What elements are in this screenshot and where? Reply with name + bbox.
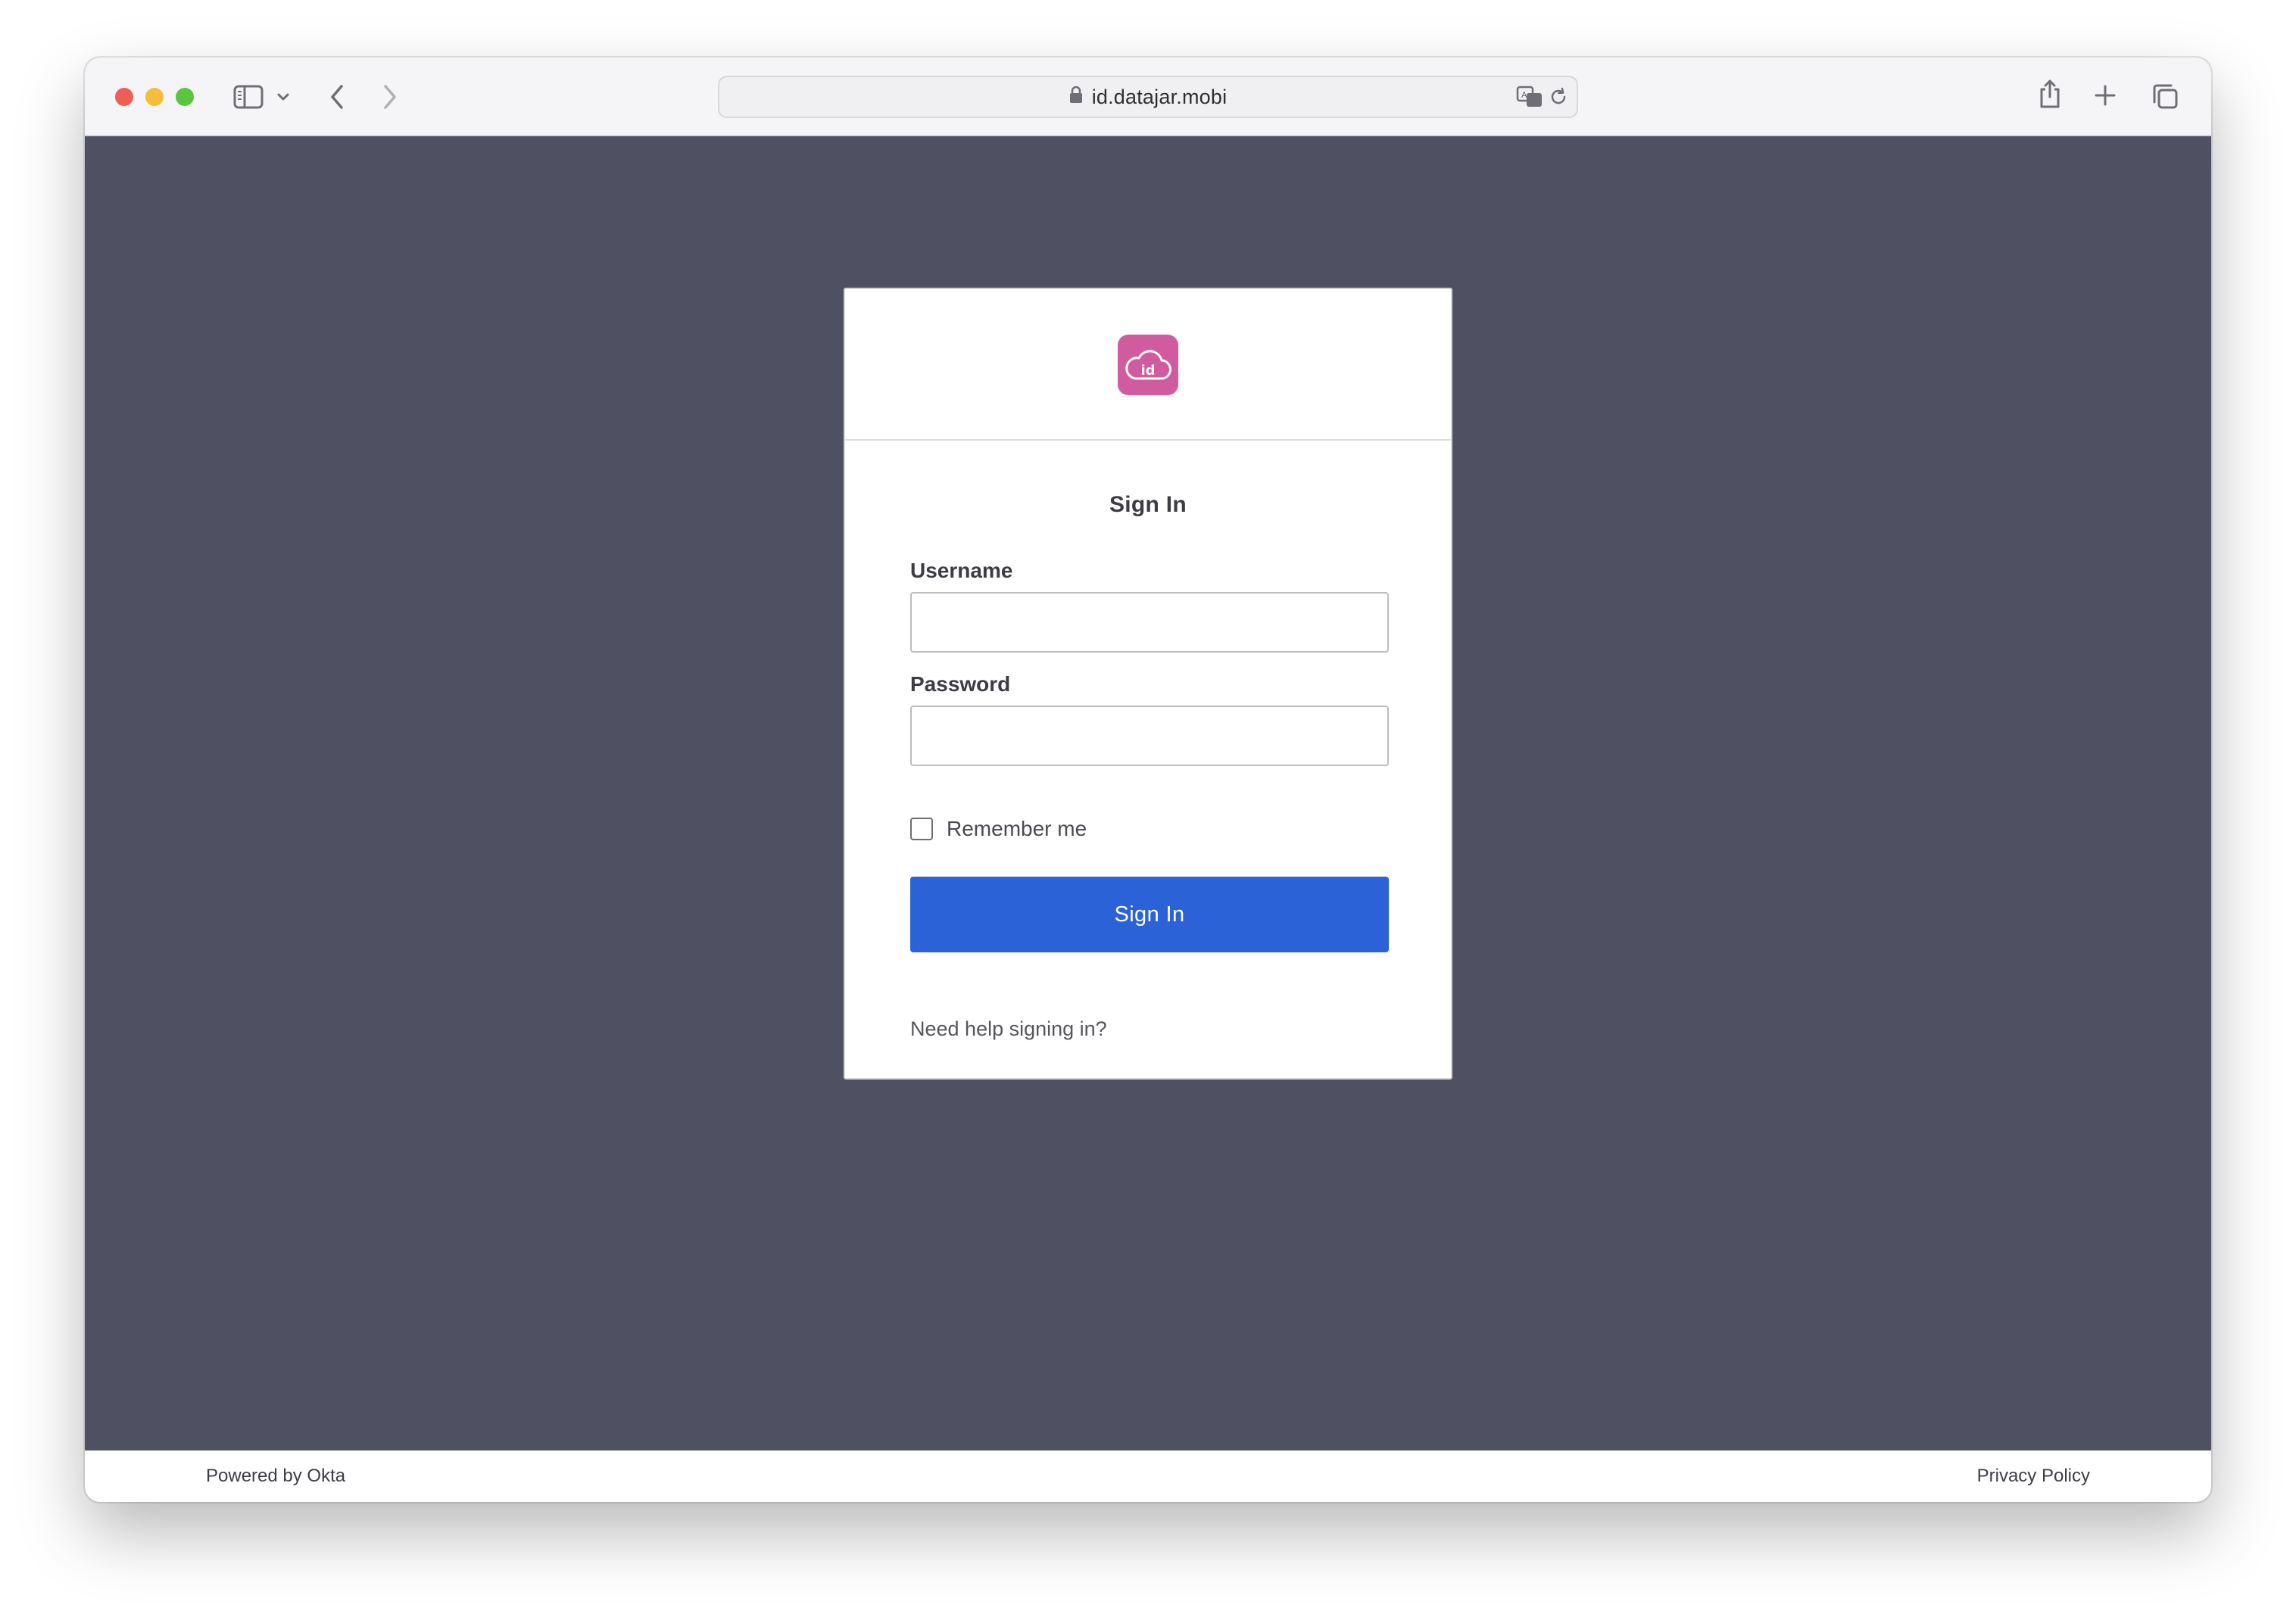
tab-overview-icon[interactable] xyxy=(2151,82,2179,111)
new-tab-icon[interactable] xyxy=(2093,83,2117,107)
cloud-logo-icon: id xyxy=(1118,335,1178,395)
sign-in-card: id Sign In Username Password Remember me… xyxy=(844,288,1452,1080)
minimize-window-button[interactable] xyxy=(145,88,164,106)
reload-icon[interactable] xyxy=(1548,86,1569,107)
page-content: id Sign In Username Password Remember me… xyxy=(85,136,2211,1450)
privacy-policy-link[interactable]: Privacy Policy xyxy=(1977,1466,2090,1487)
username-input[interactable] xyxy=(910,592,1389,653)
sidebar-toggle-icon[interactable] xyxy=(232,83,265,111)
chevron-down-icon[interactable] xyxy=(276,89,291,104)
translate-icon[interactable]: A xyxy=(1516,85,1543,109)
close-window-button[interactable] xyxy=(115,88,133,106)
sign-in-button[interactable]: Sign In xyxy=(910,877,1389,952)
lock-icon xyxy=(1069,86,1083,109)
svg-text:A: A xyxy=(1521,90,1527,100)
card-header: id xyxy=(845,289,1451,441)
powered-by-okta-link[interactable]: Powered by Okta xyxy=(206,1466,345,1487)
back-arrow-icon[interactable] xyxy=(326,82,348,112)
share-icon[interactable] xyxy=(2037,77,2063,111)
zoom-window-button[interactable] xyxy=(176,88,194,106)
remember-me-checkbox[interactable] xyxy=(910,818,933,840)
page-footer: Powered by Okta Privacy Policy xyxy=(85,1450,2211,1502)
address-bar[interactable]: id.datajar.mobi A xyxy=(718,76,1578,118)
browser-toolbar: id.datajar.mobi A xyxy=(85,58,2211,136)
need-help-link[interactable]: Need help signing in? xyxy=(910,1017,1107,1041)
forward-arrow-icon[interactable] xyxy=(379,82,401,112)
password-label: Password xyxy=(910,672,1011,696)
username-label: Username xyxy=(910,559,1013,582)
password-input[interactable] xyxy=(910,706,1389,766)
browser-window: id.datajar.mobi A id Sign In Username Pa… xyxy=(85,58,2211,1502)
sign-in-title: Sign In xyxy=(1109,492,1187,517)
logo-text: id xyxy=(1140,363,1156,379)
url-text: id.datajar.mobi xyxy=(1091,85,1228,108)
remember-me-label[interactable]: Remember me xyxy=(947,818,1087,840)
